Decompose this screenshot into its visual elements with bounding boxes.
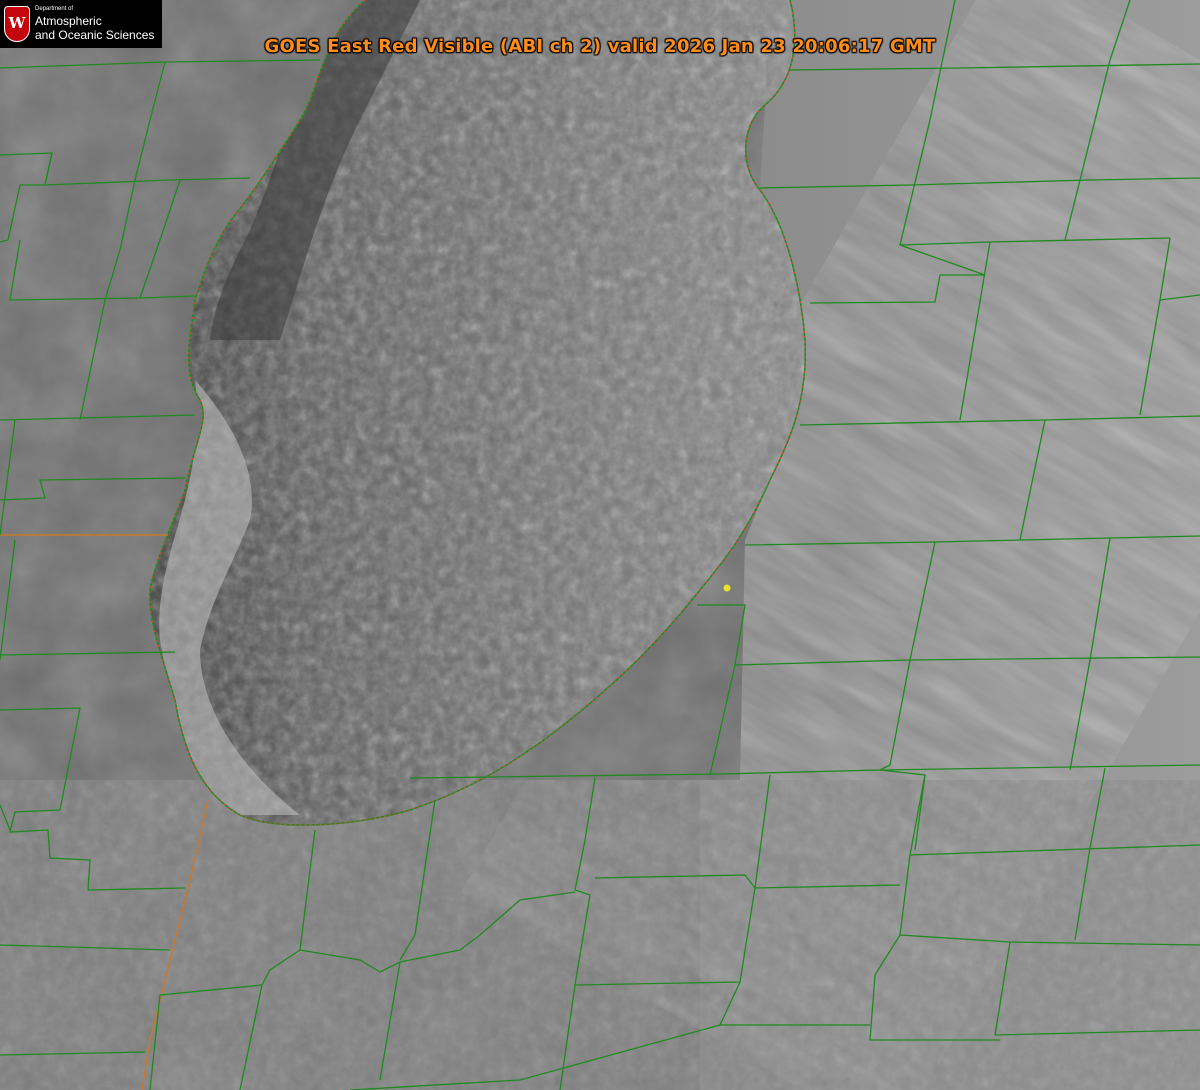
- satellite-image: [0, 0, 1200, 1090]
- satellite-image-viewer: GOES East Red Visible (ABI ch 2) valid 2…: [0, 0, 1200, 1090]
- image-title: GOES East Red Visible (ABI ch 2) valid 2…: [0, 36, 1200, 57]
- uw-crest-icon: W: [4, 6, 30, 42]
- title-text: GOES East Red Visible (ABI ch 2) valid 2…: [264, 36, 936, 57]
- crest-letter: W: [8, 14, 26, 32]
- location-dot-icon: [723, 584, 731, 592]
- logo-line-1: Atmospheric: [35, 14, 102, 28]
- aos-logo[interactable]: W Department of Atmospheric and Oceanic …: [0, 0, 162, 48]
- logo-department: Department of: [35, 6, 74, 12]
- logo-line-2: and Oceanic Sciences: [35, 28, 155, 42]
